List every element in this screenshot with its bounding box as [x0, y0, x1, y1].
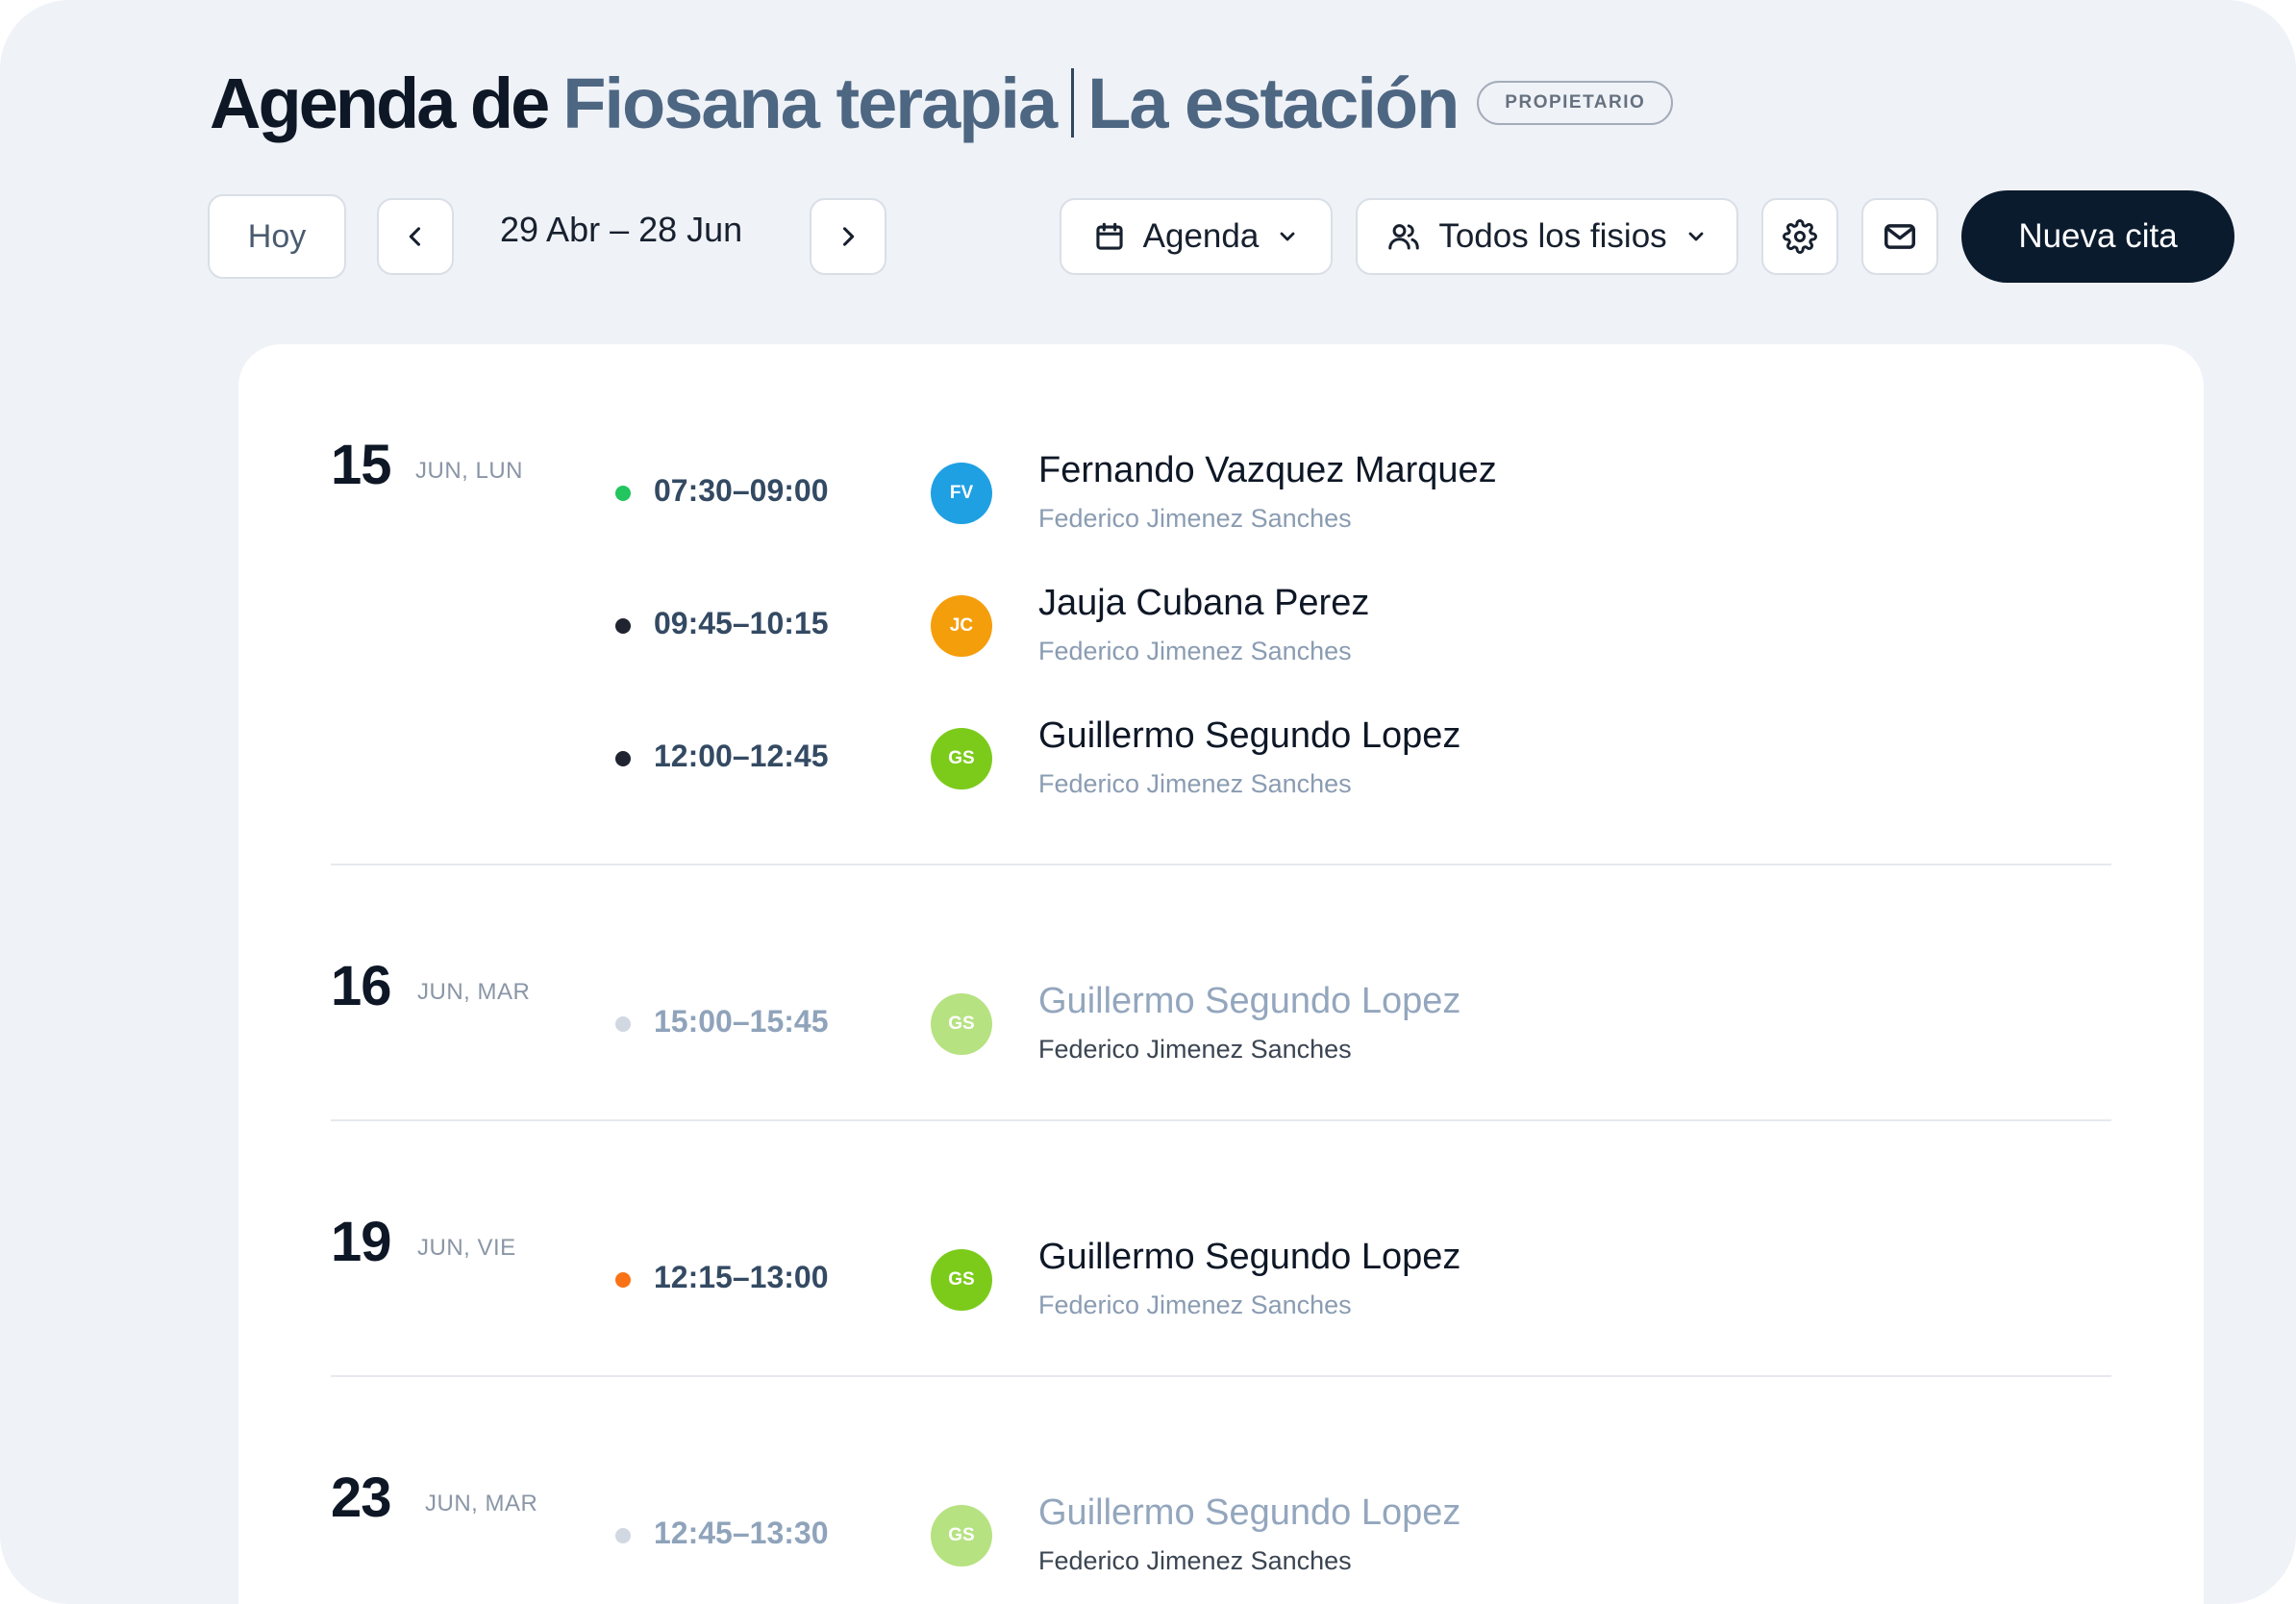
avatar: GS: [931, 1505, 992, 1566]
status-dot: [615, 1528, 631, 1543]
staff-filter-dropdown[interactable]: Todos los fisios: [1356, 198, 1738, 275]
location-name: La estación: [1087, 63, 1460, 143]
status-dot: [615, 486, 631, 501]
patient-name: Guillermo Segundo Lopez: [1038, 981, 1461, 1021]
appointment-row[interactable]: 12:15–13:00 GS Guillermo Segundo Lopez Fede…: [238, 1227, 2204, 1333]
gear-icon: [1783, 219, 1817, 254]
appointment-row[interactable]: 12:00–12:45 GS Guillermo Segundo Lopez Fede…: [238, 706, 2204, 812]
therapist-name: Federico Jimenez Sanches: [1038, 504, 1352, 533]
view-selector[interactable]: Agenda: [1060, 198, 1333, 275]
therapist-name: Federico Jimenez Sanches: [1038, 769, 1352, 798]
clinic-name: Fiosana terapia: [562, 63, 1058, 143]
appointment-time: 09:45–10:15: [654, 606, 829, 640]
today-button[interactable]: Hoy: [208, 194, 346, 279]
appointment-time: 12:00–12:45: [654, 739, 829, 773]
view-selector-label: Agenda: [1142, 217, 1260, 255]
settings-button[interactable]: [1761, 198, 1838, 275]
therapist-name: Federico Jimenez Sanches: [1038, 1546, 1352, 1575]
day-divider: [331, 1375, 2111, 1377]
next-period-button[interactable]: [810, 198, 886, 275]
patient-name: Guillermo Segundo Lopez: [1038, 1492, 1461, 1533]
avatar: FV: [931, 463, 992, 524]
avatar: JC: [931, 595, 992, 657]
therapist-name: Federico Jimenez Sanches: [1038, 1291, 1352, 1319]
calendar-icon: [1096, 222, 1123, 250]
avatar: GS: [931, 993, 992, 1055]
appointment-row[interactable]: 15:00–15:45 GS Guillermo Segundo Lopez Fede…: [238, 971, 2204, 1077]
appointment-time: 12:15–13:00: [654, 1260, 829, 1294]
date-range-label: 29 Abr – 28 Jun: [500, 210, 743, 249]
patient-name: Guillermo Segundo Lopez: [1038, 715, 1461, 756]
avatar: GS: [931, 1249, 992, 1311]
chevron-right-icon: [842, 227, 855, 246]
avatar: GS: [931, 728, 992, 789]
previous-period-button[interactable]: [377, 198, 454, 275]
mail-icon: [1884, 224, 1915, 249]
appointment-time: 07:30–09:00: [654, 473, 829, 508]
appointment-row[interactable]: 09:45–10:15 JC Jauja Cubana Perez Federico …: [238, 573, 2204, 679]
users-icon: [1388, 224, 1420, 250]
page-title: Agenda de Fiosana terapia La estación PR…: [210, 60, 1674, 146]
title-divider: [1071, 68, 1075, 138]
appointment-row[interactable]: 07:30–09:00 FV Fernando Vazquez Marquez Fed…: [238, 440, 2204, 546]
staff-filter-label: Todos los fisios: [1438, 217, 1667, 255]
chevron-down-icon: [1688, 232, 1704, 241]
agenda-list: 15 JUN, LUN 07:30–09:00 FV Fernando Vazquez …: [238, 344, 2204, 1604]
appointment-row[interactable]: 12:45–13:30 GS Guillermo Segundo Lopez Fede…: [238, 1483, 2204, 1589]
appointment-time: 15:00–15:45: [654, 1004, 829, 1039]
chevron-down-icon: [1280, 232, 1295, 241]
title-prefix: Agenda de: [210, 63, 550, 143]
status-dot: [615, 618, 631, 634]
app-frame: Agenda de Fiosana terapia La estación PR…: [0, 0, 2296, 1604]
patient-name: Fernando Vazquez Marquez: [1038, 450, 1497, 490]
email-button[interactable]: [1861, 198, 1938, 275]
status-dot: [615, 751, 631, 766]
status-dot: [615, 1016, 631, 1032]
chevron-left-icon: [409, 227, 421, 246]
therapist-name: Federico Jimenez Sanches: [1038, 637, 1352, 665]
day-divider: [331, 1119, 2111, 1121]
patient-name: Guillermo Segundo Lopez: [1038, 1237, 1461, 1277]
day-divider: [331, 864, 2111, 865]
new-appointment-button[interactable]: Nueva cita: [1961, 190, 2234, 283]
role-badge: PROPIETARIO: [1477, 81, 1674, 125]
status-dot: [615, 1272, 631, 1288]
therapist-name: Federico Jimenez Sanches: [1038, 1035, 1352, 1064]
appointment-time: 12:45–13:30: [654, 1516, 829, 1550]
patient-name: Jauja Cubana Perez: [1038, 583, 1370, 623]
